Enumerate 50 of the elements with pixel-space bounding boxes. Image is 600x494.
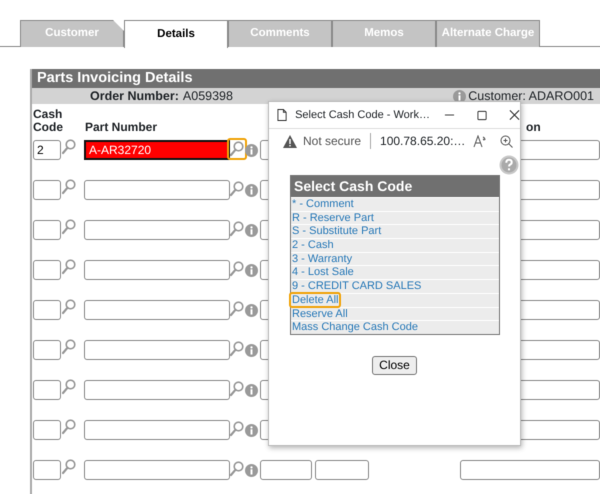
part-number-field[interactable] bbox=[84, 420, 230, 440]
info-icon[interactable] bbox=[245, 304, 258, 316]
cash-code-field[interactable] bbox=[33, 460, 61, 480]
part-number-field[interactable] bbox=[84, 300, 230, 320]
cash-code-field[interactable] bbox=[33, 180, 61, 200]
info-icon[interactable] bbox=[245, 464, 258, 476]
info-icon[interactable] bbox=[245, 384, 258, 396]
cash-code-field[interactable] bbox=[33, 300, 61, 320]
part-number-field[interactable] bbox=[84, 460, 230, 480]
info-icon[interactable] bbox=[245, 424, 258, 436]
page-icon bbox=[277, 108, 288, 122]
panel-heading: Select Cash Code bbox=[291, 176, 499, 197]
info-icon[interactable] bbox=[245, 344, 258, 356]
info-icon[interactable] bbox=[245, 224, 258, 236]
part-number-field[interactable] bbox=[84, 180, 230, 200]
tab[interactable]: Details bbox=[124, 20, 228, 48]
part-number-field[interactable] bbox=[84, 220, 230, 240]
info-icon[interactable] bbox=[245, 184, 258, 196]
security-label: Not secure bbox=[303, 133, 362, 150]
cash-code-field[interactable] bbox=[33, 420, 61, 440]
cash-code-field[interactable]: 2 bbox=[33, 140, 61, 160]
close-button[interactable]: Close bbox=[372, 356, 417, 375]
help-icon[interactable] bbox=[499, 155, 519, 175]
zoom-icon[interactable] bbox=[500, 134, 514, 148]
url-text[interactable]: 100.78.65.20:… bbox=[380, 132, 466, 150]
part-number-field[interactable] bbox=[84, 260, 230, 280]
cash-code-field[interactable] bbox=[33, 220, 61, 240]
text-field[interactable] bbox=[460, 460, 600, 480]
cash-code-field[interactable] bbox=[33, 380, 61, 400]
cash-code-field[interactable] bbox=[33, 260, 61, 280]
panel-title: Parts Invoicing Details bbox=[32, 69, 600, 88]
column-header: Cash Code bbox=[33, 108, 64, 134]
cash-code-field[interactable] bbox=[33, 340, 61, 360]
close-icon[interactable] bbox=[509, 109, 520, 121]
text-field[interactable] bbox=[260, 460, 312, 480]
order-number: A059398 bbox=[182, 88, 233, 105]
read-aloud-icon[interactable] bbox=[473, 134, 488, 148]
order-label: Order Number: bbox=[90, 88, 179, 105]
column-header: Part Number bbox=[85, 121, 158, 134]
customer-label: Customer: ADARO001 bbox=[468, 88, 594, 105]
part-number-field[interactable] bbox=[84, 380, 230, 400]
info-icon[interactable] bbox=[245, 264, 258, 276]
info-icon[interactable] bbox=[245, 144, 258, 156]
warning-icon bbox=[283, 134, 297, 148]
window-title: Select Cash Code - Work… bbox=[295, 108, 430, 123]
column-header: on bbox=[526, 121, 541, 134]
maximize-icon[interactable] bbox=[476, 110, 488, 120]
part-number-field[interactable] bbox=[84, 340, 230, 360]
part-number-field[interactable]: A-AR32720 bbox=[84, 140, 230, 160]
text-field[interactable] bbox=[315, 460, 369, 480]
